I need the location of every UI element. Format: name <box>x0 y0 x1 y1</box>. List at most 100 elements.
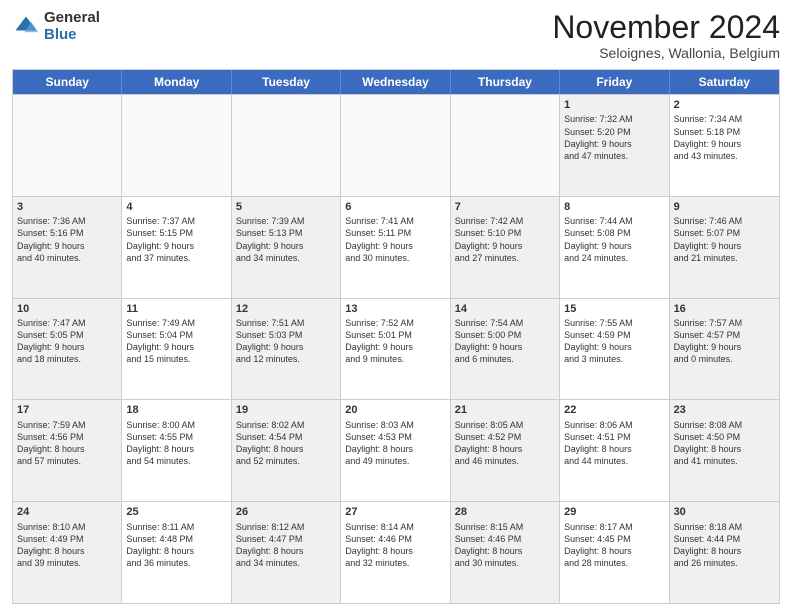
day-number: 3 <box>17 200 117 214</box>
cal-cell: 2Sunrise: 7:34 AM Sunset: 5:18 PM Daylig… <box>670 95 779 196</box>
cell-info: Sunrise: 7:39 AM Sunset: 5:13 PM Dayligh… <box>236 215 336 264</box>
day-number: 30 <box>674 505 775 519</box>
cell-info: Sunrise: 7:34 AM Sunset: 5:18 PM Dayligh… <box>674 113 775 162</box>
calendar-header-wednesday: Wednesday <box>341 70 450 94</box>
cell-info: Sunrise: 7:52 AM Sunset: 5:01 PM Dayligh… <box>345 317 445 366</box>
cal-cell: 3Sunrise: 7:36 AM Sunset: 5:16 PM Daylig… <box>13 197 122 298</box>
cell-info: Sunrise: 7:47 AM Sunset: 5:05 PM Dayligh… <box>17 317 117 366</box>
cal-cell: 19 Sunrise: 8:02 AM Sunset: 4:54 PM Dayli… <box>232 400 341 501</box>
cal-cell: 17 Sunrise: 7:59 AM Sunset: 4:56 PM Dayli… <box>13 400 122 501</box>
calendar-header-thursday: Thursday <box>451 70 560 94</box>
cal-cell: 1Sunrise: 7:32 AM Sunset: 5:20 PM Daylig… <box>560 95 669 196</box>
cell-info: Sunrise: 7:42 AM Sunset: 5:10 PM Dayligh… <box>455 215 555 264</box>
logo-blue: Blue <box>44 27 100 44</box>
calendar-header-friday: Friday <box>560 70 669 94</box>
logo: General Blue <box>12 10 100 43</box>
cal-cell: 15Sunrise: 7:55 AM Sunset: 4:59 PM Dayli… <box>560 299 669 400</box>
cell-info: Sunrise: 7:32 AM Sunset: 5:20 PM Dayligh… <box>564 113 664 162</box>
cal-cell: 24 Sunrise: 8:10 AM Sunset: 4:49 PM Dayli… <box>13 502 122 603</box>
day-number: 23 <box>674 403 775 417</box>
day-number: 18 <box>126 403 226 417</box>
cell-info: Sunrise: 8:11 AM Sunset: 4:48 PM Dayligh… <box>126 521 226 570</box>
cal-cell: 28Sunrise: 8:15 AM Sunset: 4:46 PM Dayli… <box>451 502 560 603</box>
cal-cell: 9Sunrise: 7:46 AM Sunset: 5:07 PM Daylig… <box>670 197 779 298</box>
cal-cell: 11Sunrise: 7:49 AM Sunset: 5:04 PM Dayli… <box>122 299 231 400</box>
cell-info: Sunrise: 8:00 AM Sunset: 4:55 PM Dayligh… <box>126 419 226 468</box>
cell-info: Sunrise: 7:59 AM Sunset: 4:56 PM Dayligh… <box>17 419 117 468</box>
cell-info: Sunrise: 7:44 AM Sunset: 5:08 PM Dayligh… <box>564 215 664 264</box>
cal-cell: 30 Sunrise: 8:18 AM Sunset: 4:44 PM Dayli… <box>670 502 779 603</box>
cal-cell: 10Sunrise: 7:47 AM Sunset: 5:05 PM Dayli… <box>13 299 122 400</box>
day-number: 9 <box>674 200 775 214</box>
cal-cell: 20Sunrise: 8:03 AM Sunset: 4:53 PM Dayli… <box>341 400 450 501</box>
day-number: 24 <box>17 505 117 519</box>
cal-cell: 21 Sunrise: 8:05 AM Sunset: 4:52 PM Dayli… <box>451 400 560 501</box>
cal-cell: 23 Sunrise: 8:08 AM Sunset: 4:50 PM Dayli… <box>670 400 779 501</box>
day-number: 19 <box>236 403 336 417</box>
calendar-header-tuesday: Tuesday <box>232 70 341 94</box>
day-number: 28 <box>455 505 555 519</box>
day-number: 14 <box>455 302 555 316</box>
cell-info: Sunrise: 8:08 AM Sunset: 4:50 PM Dayligh… <box>674 419 775 468</box>
cell-info: Sunrise: 7:49 AM Sunset: 5:04 PM Dayligh… <box>126 317 226 366</box>
page: General Blue November 2024 Seloignes, Wa… <box>0 0 792 612</box>
cal-cell: 12Sunrise: 7:51 AM Sunset: 5:03 PM Dayli… <box>232 299 341 400</box>
day-number: 15 <box>564 302 664 316</box>
calendar-header-row: SundayMondayTuesdayWednesdayThursdayFrid… <box>13 70 779 94</box>
cal-cell: 27 Sunrise: 8:14 AM Sunset: 4:46 PM Dayli… <box>341 502 450 603</box>
calendar-header-sunday: Sunday <box>13 70 122 94</box>
day-number: 25 <box>126 505 226 519</box>
calendar-week-4: 17 Sunrise: 7:59 AM Sunset: 4:56 PM Dayli… <box>13 399 779 501</box>
cell-info: Sunrise: 8:14 AM Sunset: 4:46 PM Dayligh… <box>345 521 445 570</box>
cal-cell: 5Sunrise: 7:39 AM Sunset: 5:13 PM Daylig… <box>232 197 341 298</box>
cell-info: Sunrise: 7:57 AM Sunset: 4:57 PM Dayligh… <box>674 317 775 366</box>
cal-cell <box>13 95 122 196</box>
cal-cell: 16Sunrise: 7:57 AM Sunset: 4:57 PM Dayli… <box>670 299 779 400</box>
day-number: 22 <box>564 403 664 417</box>
day-number: 13 <box>345 302 445 316</box>
day-number: 12 <box>236 302 336 316</box>
cell-info: Sunrise: 8:02 AM Sunset: 4:54 PM Dayligh… <box>236 419 336 468</box>
day-number: 1 <box>564 98 664 112</box>
calendar-week-1: 1Sunrise: 7:32 AM Sunset: 5:20 PM Daylig… <box>13 94 779 196</box>
subtitle: Seloignes, Wallonia, Belgium <box>552 45 780 61</box>
cal-cell <box>232 95 341 196</box>
cell-info: Sunrise: 8:17 AM Sunset: 4:45 PM Dayligh… <box>564 521 664 570</box>
cal-cell: 29Sunrise: 8:17 AM Sunset: 4:45 PM Dayli… <box>560 502 669 603</box>
cal-cell: 26 Sunrise: 8:12 AM Sunset: 4:47 PM Dayli… <box>232 502 341 603</box>
calendar-week-3: 10Sunrise: 7:47 AM Sunset: 5:05 PM Dayli… <box>13 298 779 400</box>
cell-info: Sunrise: 7:51 AM Sunset: 5:03 PM Dayligh… <box>236 317 336 366</box>
day-number: 16 <box>674 302 775 316</box>
cell-info: Sunrise: 8:18 AM Sunset: 4:44 PM Dayligh… <box>674 521 775 570</box>
cell-info: Sunrise: 7:37 AM Sunset: 5:15 PM Dayligh… <box>126 215 226 264</box>
logo-general: General <box>44 10 100 27</box>
cal-cell: 4Sunrise: 7:37 AM Sunset: 5:15 PM Daylig… <box>122 197 231 298</box>
day-number: 7 <box>455 200 555 214</box>
day-number: 2 <box>674 98 775 112</box>
cell-info: Sunrise: 8:06 AM Sunset: 4:51 PM Dayligh… <box>564 419 664 468</box>
cal-cell: 14Sunrise: 7:54 AM Sunset: 5:00 PM Dayli… <box>451 299 560 400</box>
day-number: 11 <box>126 302 226 316</box>
cal-cell: 8Sunrise: 7:44 AM Sunset: 5:08 PM Daylig… <box>560 197 669 298</box>
day-number: 5 <box>236 200 336 214</box>
cell-info: Sunrise: 7:55 AM Sunset: 4:59 PM Dayligh… <box>564 317 664 366</box>
day-number: 10 <box>17 302 117 316</box>
calendar-header-monday: Monday <box>122 70 231 94</box>
day-number: 26 <box>236 505 336 519</box>
cell-info: Sunrise: 7:46 AM Sunset: 5:07 PM Dayligh… <box>674 215 775 264</box>
cal-cell <box>451 95 560 196</box>
cal-cell: 6Sunrise: 7:41 AM Sunset: 5:11 PM Daylig… <box>341 197 450 298</box>
cell-info: Sunrise: 8:12 AM Sunset: 4:47 PM Dayligh… <box>236 521 336 570</box>
cal-cell: 7Sunrise: 7:42 AM Sunset: 5:10 PM Daylig… <box>451 197 560 298</box>
logo-text: General Blue <box>44 10 100 43</box>
day-number: 27 <box>345 505 445 519</box>
cell-info: Sunrise: 8:10 AM Sunset: 4:49 PM Dayligh… <box>17 521 117 570</box>
cal-cell <box>341 95 450 196</box>
cal-cell: 18 Sunrise: 8:00 AM Sunset: 4:55 PM Dayli… <box>122 400 231 501</box>
day-number: 8 <box>564 200 664 214</box>
day-number: 17 <box>17 403 117 417</box>
cell-info: Sunrise: 8:05 AM Sunset: 4:52 PM Dayligh… <box>455 419 555 468</box>
cal-cell <box>122 95 231 196</box>
calendar-header-saturday: Saturday <box>670 70 779 94</box>
day-number: 21 <box>455 403 555 417</box>
